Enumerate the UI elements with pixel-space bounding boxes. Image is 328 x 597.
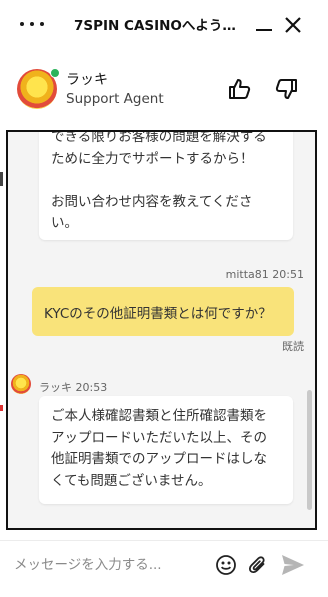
left-edge-fragment xyxy=(0,172,3,186)
agent-name: ラッキ xyxy=(66,72,108,88)
agent-message-bubble: できる限りお客様の問題を解決する ために全力でサポートするから！ お問い合わせ内… xyxy=(39,132,293,240)
user-message-bubble: KYCのその他証明書類とは何ですか？ xyxy=(32,287,294,336)
read-receipt: 既読 xyxy=(282,340,304,353)
user-message-meta: mitta81 20:51 xyxy=(225,268,304,281)
agent-message-bubble: ご本人様確認書類と住所確認書類を アップロードいただいた以上、その 他証明書類で… xyxy=(39,396,293,504)
chat-transcript[interactable]: できる限りお客様の問題を解決する ために全力でサポートするから！ お問い合わせ内… xyxy=(6,130,317,530)
agent-message-meta: ラッキ 20:53 xyxy=(39,381,108,394)
more-dots-icon[interactable] xyxy=(20,14,44,34)
emoji-icon[interactable] xyxy=(215,554,237,576)
user-message-text: KYCのその他証明書類とは何ですか？ xyxy=(44,305,272,322)
thumbs-up-icon[interactable] xyxy=(228,77,252,101)
message-input[interactable] xyxy=(14,553,204,577)
chat-title: 7SPIN CASINOへようこそ！ xyxy=(74,18,244,34)
left-edge-fragment xyxy=(0,405,3,411)
minimize-icon[interactable] xyxy=(254,17,274,33)
thumbs-down-icon[interactable] xyxy=(274,77,298,101)
close-icon[interactable] xyxy=(283,15,303,35)
message-composer xyxy=(0,540,328,591)
chat-header: 7SPIN CASINOへようこそ！ xyxy=(0,0,328,50)
attachment-icon[interactable] xyxy=(247,554,269,576)
agent-role: Support Agent xyxy=(66,91,164,107)
agent-header: ラッキ Support Agent xyxy=(0,60,328,126)
scrollbar-thumb[interactable] xyxy=(307,390,312,510)
agent-mini-avatar xyxy=(11,374,31,394)
online-status-dot xyxy=(50,68,60,78)
send-icon[interactable] xyxy=(280,553,306,577)
